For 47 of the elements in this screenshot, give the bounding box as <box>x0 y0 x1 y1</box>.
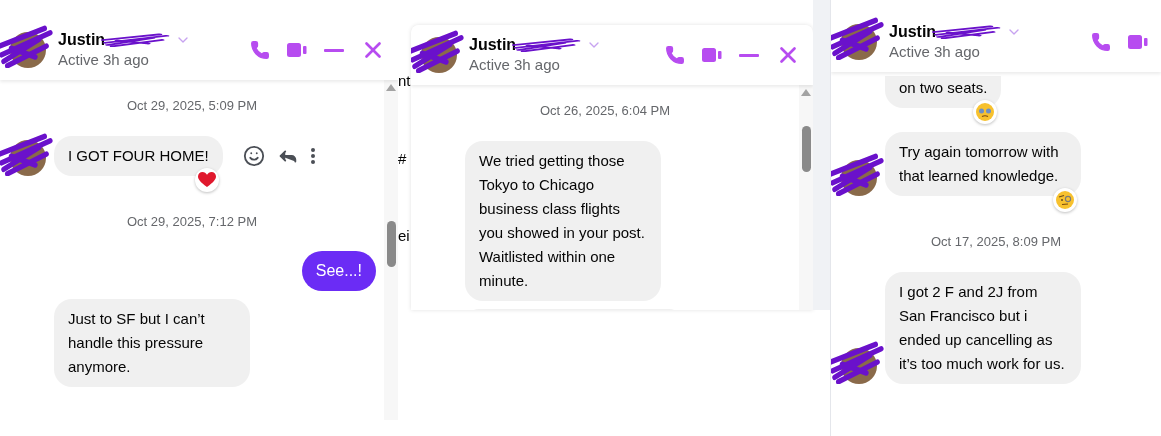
pleading-face-icon <box>976 103 995 121</box>
phone-icon[interactable] <box>1091 32 1111 52</box>
contact-name[interactable]: Justin <box>58 30 106 50</box>
timestamp: Oct 29, 2025, 5:09 PM <box>126 97 258 115</box>
video-camera-icon[interactable] <box>701 46 723 64</box>
incoming-message: We tried getting those Tokyo to Chicago business class flights you showed in your post. Waitlisted within one minute. <box>465 140 661 301</box>
scroll-up-arrow-icon[interactable] <box>386 84 396 91</box>
active-status: Active 3h ago <box>58 50 150 70</box>
background-text: ei <box>398 226 411 246</box>
redaction-scribble <box>831 152 885 196</box>
minimize-icon[interactable] <box>739 53 759 57</box>
incoming-message: on two seats. <box>885 76 1002 108</box>
scrollbar[interactable] <box>799 85 813 310</box>
active-status: Active 3h ago <box>889 42 981 62</box>
scroll-up-arrow-icon[interactable] <box>801 89 811 96</box>
reaction-badge[interactable] <box>973 100 998 124</box>
timestamp: Oct 26, 2025, 6:04 PM <box>539 102 671 120</box>
redaction-scribble <box>0 131 54 176</box>
background-text: nt <box>398 71 411 91</box>
video-camera-icon[interactable] <box>286 41 308 59</box>
reaction-badge[interactable] <box>1053 188 1077 212</box>
redaction-scribble <box>831 339 885 384</box>
phone-icon[interactable] <box>250 40 270 60</box>
incoming-message: I GOT FOUR HOME! <box>54 135 223 176</box>
redaction-scribble <box>831 16 885 60</box>
minimize-icon[interactable] <box>324 48 344 52</box>
face-icon <box>1056 191 1074 209</box>
incoming-message: I got 2 F and 2J from San Francisco but i ended up cancelling as it’s too much work for us. <box>885 271 1081 384</box>
heart-icon <box>197 171 216 188</box>
contact-name[interactable]: Justin <box>469 35 517 55</box>
active-status: Active 3h ago <box>469 55 561 75</box>
incoming-message: Just to SF but I can’t handle this pressure anymore. <box>54 299 250 387</box>
incoming-message: Try again tomorrow with that learned knowledge. <box>885 132 1081 196</box>
timestamp: Oct 29, 2025, 7:12 PM <box>126 212 258 231</box>
timestamp: Oct 17, 2025, 8:09 PM <box>930 233 1062 251</box>
scroll-thumb[interactable] <box>386 221 396 267</box>
contact-name[interactable]: Justin <box>889 22 937 42</box>
smiley-icon[interactable] <box>242 144 265 167</box>
phone-icon[interactable] <box>665 45 685 65</box>
background-text: # <box>398 148 408 169</box>
redaction-scribble <box>0 24 54 68</box>
scroll-thumb[interactable] <box>801 126 811 172</box>
video-camera-icon[interactable] <box>1127 33 1149 51</box>
redaction-scribble <box>411 29 465 73</box>
more-icon[interactable] <box>310 147 315 164</box>
outgoing-message: See...! <box>301 251 376 291</box>
scrollbar[interactable] <box>384 80 398 420</box>
